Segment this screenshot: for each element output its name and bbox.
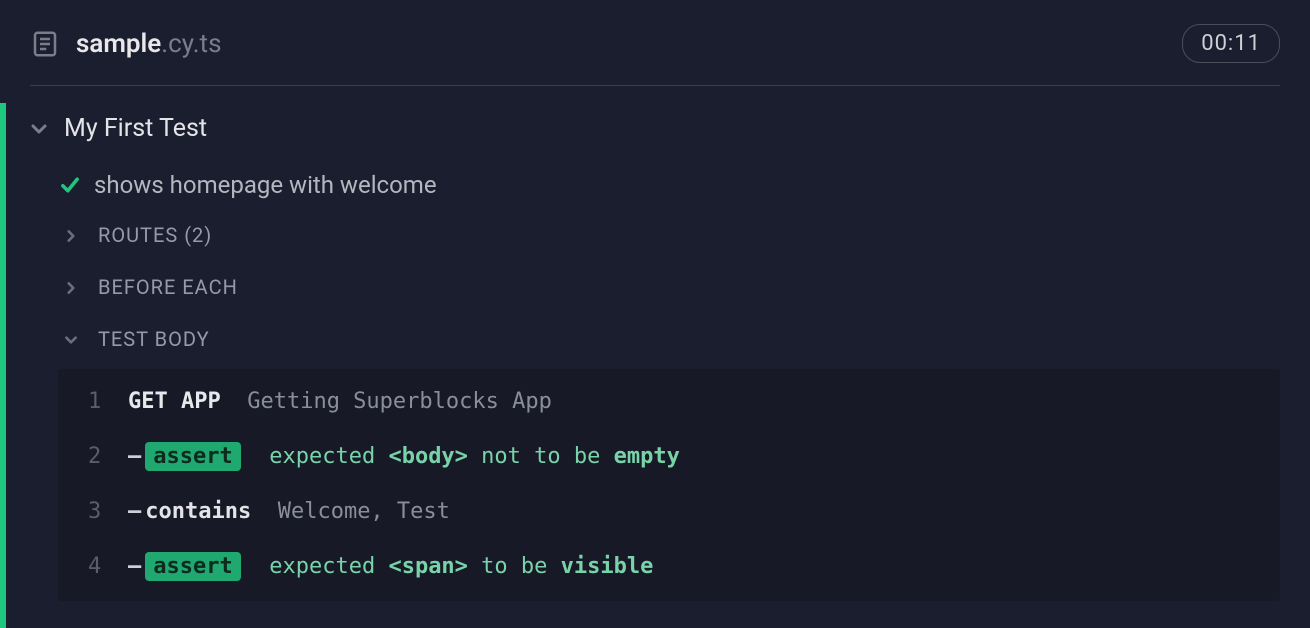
- chevron-down-icon: [64, 332, 78, 346]
- test-body-label: TEST BODY: [98, 327, 210, 351]
- file-extension: .cy.ts: [161, 29, 221, 59]
- timer-badge: 00:11: [1182, 24, 1280, 63]
- command-dash: –: [128, 444, 141, 469]
- command-message: Getting Superblocks App: [247, 389, 552, 414]
- status-bar: [0, 103, 6, 628]
- command-row[interactable]: 1 GET APP Getting Superblocks App: [58, 375, 1280, 428]
- suite-row[interactable]: My First Test: [30, 110, 1280, 161]
- file-icon: [30, 29, 60, 59]
- routes-section[interactable]: ROUTES (2): [30, 209, 1280, 261]
- assert-subject: <span>: [388, 554, 467, 579]
- before-each-label: BEFORE EACH: [98, 275, 238, 299]
- command-dash: –: [128, 554, 141, 579]
- assert-part: to be: [468, 554, 561, 579]
- command-message: Welcome, Test: [278, 499, 450, 524]
- command-name: GET APP: [128, 389, 221, 414]
- assert-value: empty: [614, 444, 680, 469]
- before-each-section[interactable]: BEFORE EACH: [30, 261, 1280, 313]
- command-number: 3: [88, 499, 128, 524]
- command-name: contains: [145, 499, 251, 524]
- chevron-right-icon: [64, 280, 78, 294]
- test-body-section[interactable]: TEST BODY: [30, 313, 1280, 365]
- assert-value: visible: [561, 554, 654, 579]
- chevron-down-icon: [30, 120, 48, 138]
- assert-part: expected: [269, 444, 388, 469]
- routes-label: ROUTES (2): [98, 223, 212, 247]
- test-row[interactable]: shows homepage with welcome: [30, 161, 1280, 209]
- file-basename: sample: [76, 29, 161, 59]
- chevron-right-icon: [64, 228, 78, 242]
- command-row[interactable]: 3 –contains Welcome, Test: [58, 485, 1280, 538]
- assert-part: expected: [269, 554, 388, 579]
- test-name: shows homepage with welcome: [94, 171, 437, 199]
- checkmark-icon: [60, 175, 80, 195]
- command-log: 1 GET APP Getting Superblocks App 2 –ass…: [58, 369, 1280, 601]
- command-number: 4: [88, 554, 128, 579]
- command-dash: –: [128, 499, 141, 524]
- command-number: 2: [88, 444, 128, 469]
- assert-badge: assert: [145, 552, 240, 581]
- file-name: sample.cy.ts: [76, 29, 222, 59]
- header: sample.cy.ts 00:11: [0, 0, 1310, 85]
- command-row[interactable]: 2 –assert expected <body> not to be empt…: [58, 428, 1280, 485]
- assert-part: not to be: [468, 444, 614, 469]
- command-number: 1: [88, 389, 128, 414]
- suite-title: My First Test: [64, 114, 207, 143]
- command-row[interactable]: 4 –assert expected <span> to be visible: [58, 538, 1280, 595]
- assert-badge: assert: [145, 442, 240, 471]
- assert-subject: <body>: [388, 444, 467, 469]
